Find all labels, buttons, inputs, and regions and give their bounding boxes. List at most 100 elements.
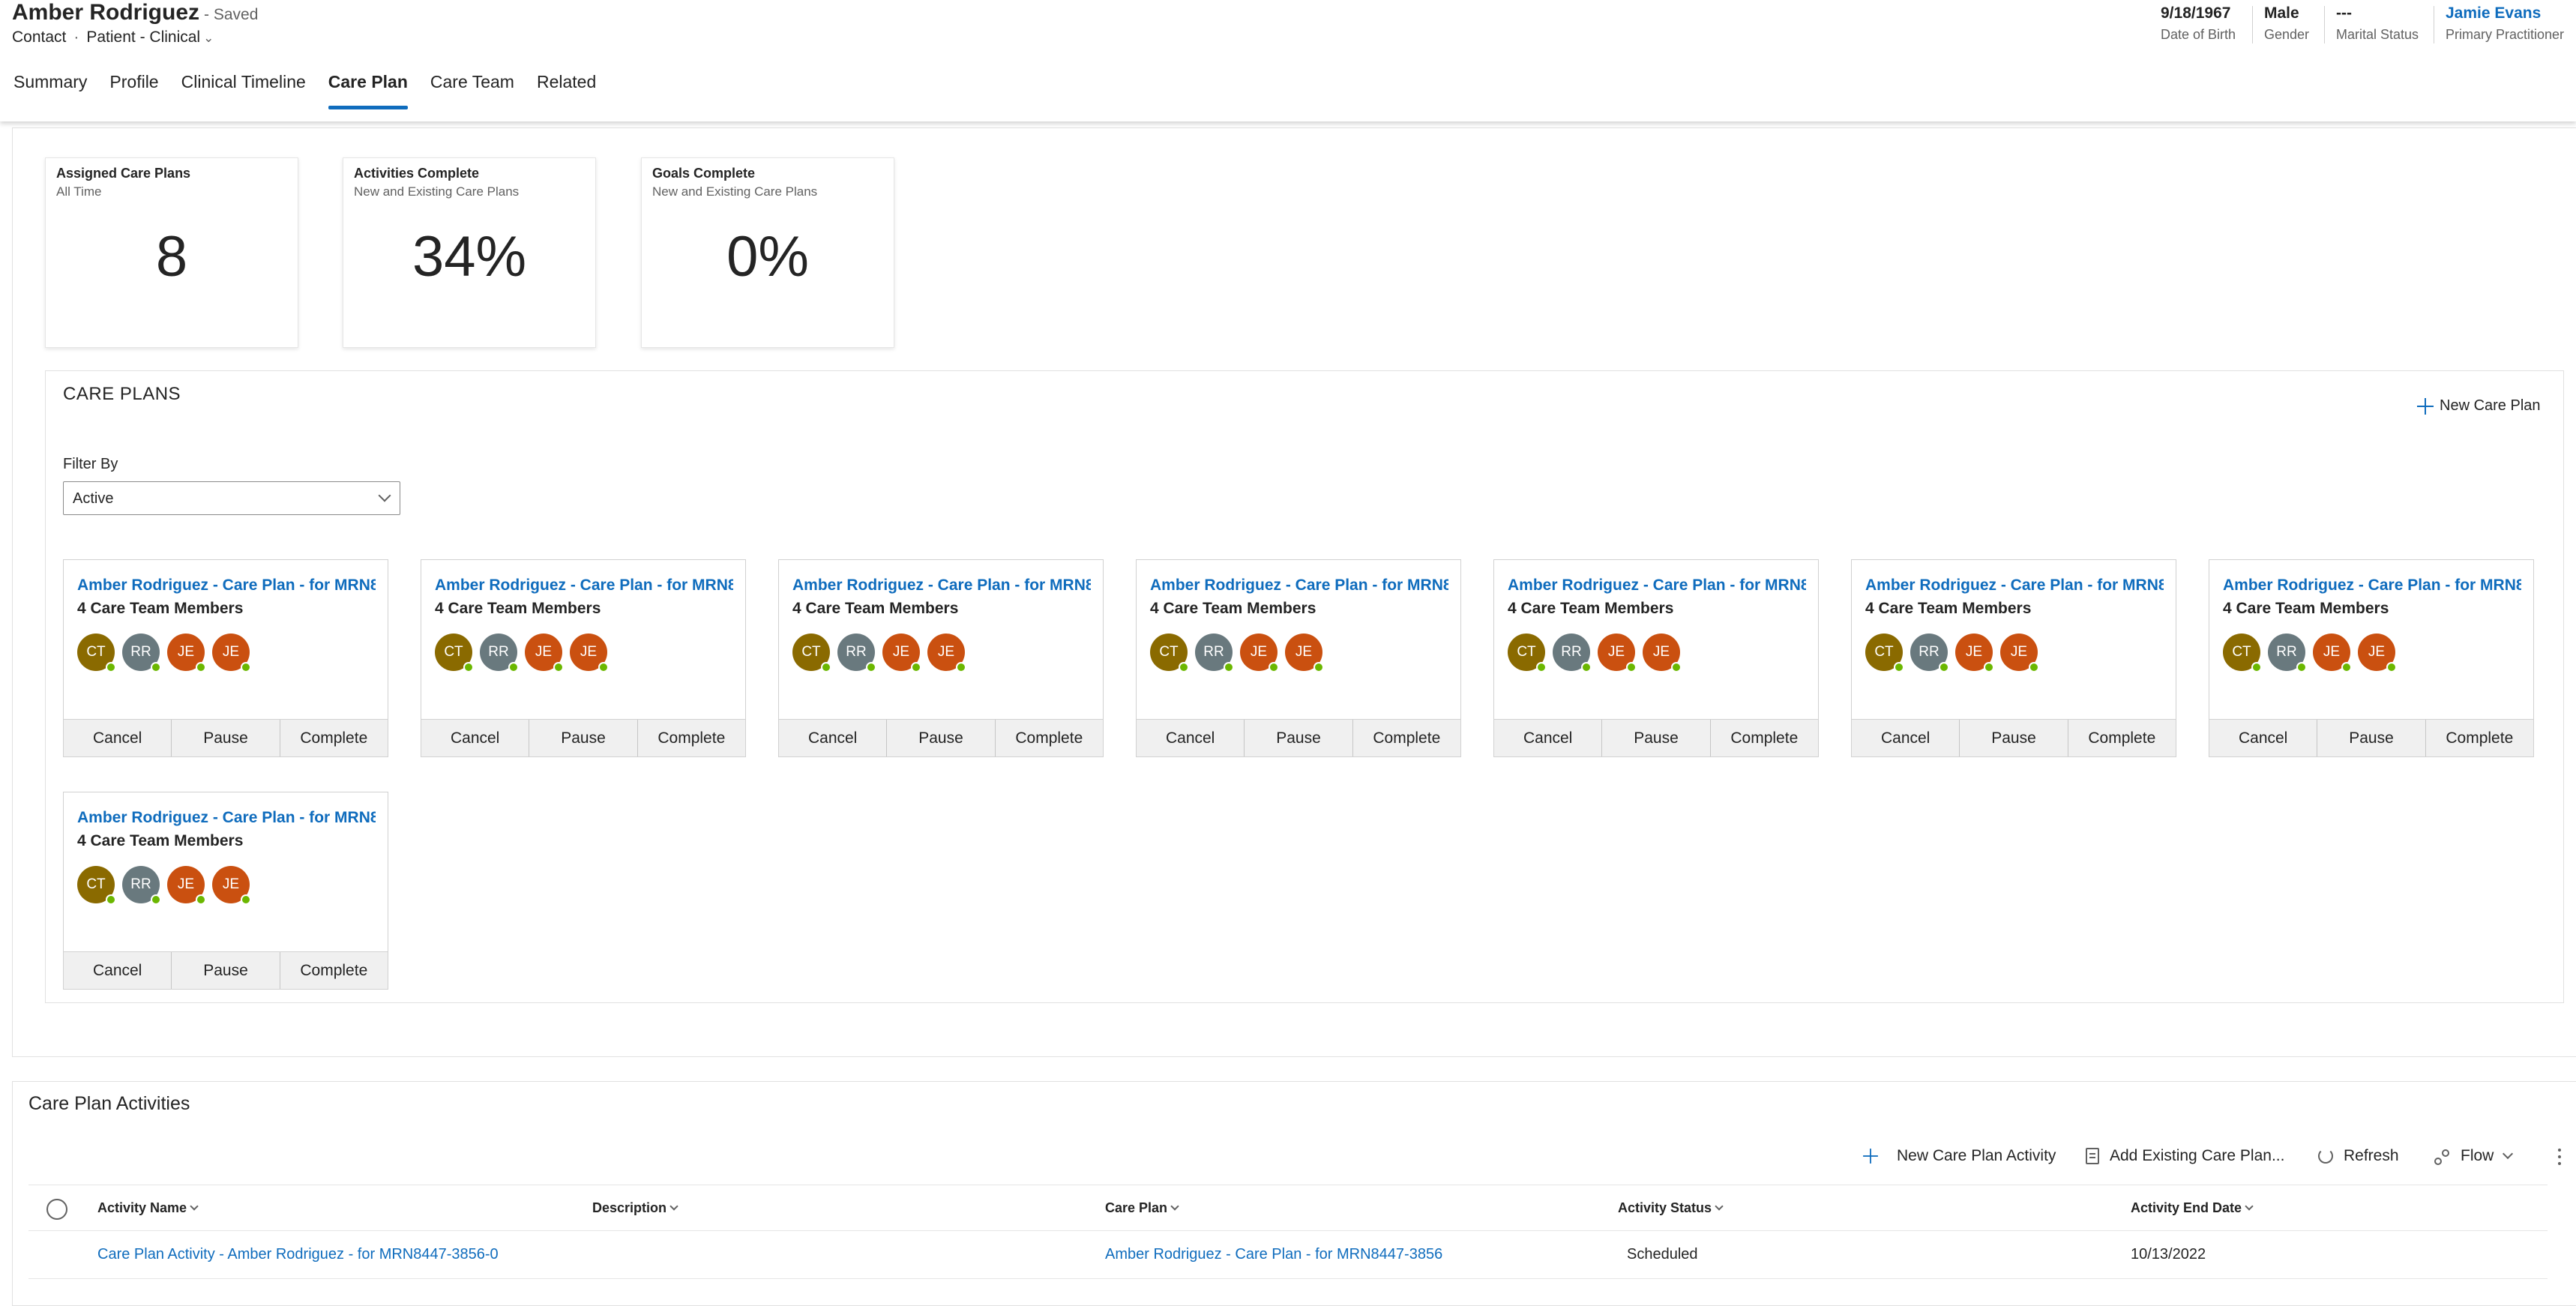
refresh-button[interactable]: Refresh: [2318, 1147, 2399, 1165]
avatar-initials: RR: [130, 644, 151, 660]
filter-select[interactable]: Active: [63, 481, 400, 515]
cancel-button[interactable]: Cancel: [1137, 720, 1245, 756]
avatar-initials: RR: [1919, 644, 1939, 660]
avatar[interactable]: CT: [435, 634, 474, 672]
cancel-button[interactable]: Cancel: [1494, 720, 1603, 756]
more-options-icon[interactable]: [2558, 1149, 2561, 1167]
care-plan-title-link[interactable]: Amber Rodriguez - Care Plan - for MRN844…: [77, 809, 376, 827]
new-activity-label: New Care Plan Activity: [1897, 1147, 2056, 1164]
avatar[interactable]: JE: [2000, 634, 2039, 672]
avatar[interactable]: JE: [525, 634, 564, 672]
add-existing-button[interactable]: Add Existing Care Plan...: [2086, 1147, 2284, 1165]
presence-available-icon: [2029, 662, 2039, 672]
care-plan-title-link[interactable]: Amber Rodriguez - Care Plan - for MRN844…: [792, 577, 1091, 595]
avatar[interactable]: CT: [77, 866, 116, 905]
column-activity-end-date[interactable]: Activity End Date: [2131, 1200, 2254, 1216]
pause-button[interactable]: Pause: [172, 720, 280, 756]
avatar[interactable]: RR: [1195, 634, 1234, 672]
care-plan-link[interactable]: Amber Rodriguez - Care Plan - for MRN844…: [1105, 1246, 1442, 1263]
avatar[interactable]: RR: [1910, 634, 1949, 672]
column-activity-status[interactable]: Activity Status: [1618, 1200, 1724, 1216]
cancel-button[interactable]: Cancel: [64, 952, 172, 989]
pause-button[interactable]: Pause: [1960, 720, 2068, 756]
column-activity-name[interactable]: Activity Name: [97, 1200, 199, 1216]
avatar[interactable]: JE: [1955, 634, 1994, 672]
new-care-plan-button[interactable]: New Care Plan: [2417, 397, 2541, 415]
avatar-initials: RR: [846, 644, 867, 660]
add-existing-label: Add Existing Care Plan...: [2110, 1147, 2285, 1164]
complete-button[interactable]: Complete: [2425, 720, 2533, 756]
column-description[interactable]: Description: [592, 1200, 678, 1216]
avatar[interactable]: CT: [77, 634, 116, 672]
avatar[interactable]: RR: [122, 866, 161, 905]
cancel-button[interactable]: Cancel: [779, 720, 888, 756]
avatar[interactable]: RR: [480, 634, 519, 672]
new-activity-button[interactable]: New Care Plan Activity: [1862, 1147, 2056, 1165]
care-plan-title-link[interactable]: Amber Rodriguez - Care Plan - for MRN844…: [1508, 577, 1806, 595]
complete-button[interactable]: Complete: [1710, 720, 1818, 756]
pause-button[interactable]: Pause: [529, 720, 638, 756]
avatar[interactable]: CT: [792, 634, 831, 672]
care-plans-title: CARE PLANS: [63, 384, 181, 404]
care-plan-title-link[interactable]: Amber Rodriguez - Care Plan - for MRN844…: [435, 577, 733, 595]
chevron-down-icon: [378, 489, 391, 502]
care-team-members-count: 4 Care Team Members: [77, 600, 244, 617]
avatar-initials: JE: [535, 644, 553, 660]
avatar[interactable]: JE: [570, 634, 609, 672]
avatar[interactable]: JE: [2358, 634, 2397, 672]
care-plan-title-link[interactable]: Amber Rodriguez - Care Plan - for MRN844…: [2223, 577, 2521, 595]
avatar[interactable]: JE: [2313, 634, 2352, 672]
care-plan-title-link[interactable]: Amber Rodriguez - Care Plan - for MRN844…: [1865, 577, 2164, 595]
chevron-down-icon[interactable]: ⌄: [203, 31, 214, 45]
complete-button[interactable]: Complete: [995, 720, 1103, 756]
complete-button[interactable]: Complete: [637, 720, 745, 756]
tab-summary[interactable]: Summary: [13, 72, 87, 109]
pause-button[interactable]: Pause: [887, 720, 996, 756]
complete-button[interactable]: Complete: [2068, 720, 2176, 756]
avatar[interactable]: JE: [167, 866, 206, 905]
tab-profile[interactable]: Profile: [109, 72, 158, 109]
practitioner-link[interactable]: Jamie Evans: [2446, 4, 2564, 22]
avatar[interactable]: JE: [167, 634, 206, 672]
avatar[interactable]: JE: [1240, 634, 1279, 672]
avatar[interactable]: JE: [1598, 634, 1637, 672]
cancel-button[interactable]: Cancel: [64, 720, 172, 756]
tab-clinical-timeline[interactable]: Clinical Timeline: [181, 72, 306, 109]
avatar[interactable]: CT: [1508, 634, 1547, 672]
tab-related[interactable]: Related: [537, 72, 596, 109]
avatar[interactable]: JE: [1285, 634, 1324, 672]
cancel-button[interactable]: Cancel: [1852, 720, 1960, 756]
care-plan-title-link[interactable]: Amber Rodriguez - Care Plan - for MRN844…: [1150, 577, 1448, 595]
form-selector[interactable]: Patient - Clinical: [86, 28, 200, 46]
avatar[interactable]: JE: [212, 866, 251, 905]
cancel-button[interactable]: Cancel: [2209, 720, 2318, 756]
select-all-checkbox[interactable]: [46, 1199, 67, 1220]
avatar[interactable]: RR: [837, 634, 876, 672]
avatar[interactable]: CT: [2223, 634, 2262, 672]
cancel-button[interactable]: Cancel: [421, 720, 530, 756]
care-plan-title-link[interactable]: Amber Rodriguez - Care Plan - for MRN844…: [77, 577, 376, 595]
avatar[interactable]: JE: [927, 634, 966, 672]
avatar[interactable]: RR: [122, 634, 161, 672]
avatar[interactable]: CT: [1150, 634, 1189, 672]
tab-care-plan[interactable]: Care Plan: [328, 72, 408, 109]
table-row[interactable]: Care Plan Activity - Amber Rodriguez - f…: [28, 1231, 2548, 1279]
pause-button[interactable]: Pause: [172, 952, 280, 989]
pause-button[interactable]: Pause: [1245, 720, 1353, 756]
avatar[interactable]: RR: [1553, 634, 1592, 672]
flow-button[interactable]: Flow: [2434, 1147, 2514, 1165]
tab-care-team[interactable]: Care Team: [430, 72, 514, 109]
avatar[interactable]: JE: [882, 634, 921, 672]
avatar[interactable]: CT: [1865, 634, 1904, 672]
pause-button[interactable]: Pause: [2317, 720, 2426, 756]
complete-button[interactable]: Complete: [280, 952, 388, 989]
avatar[interactable]: RR: [2268, 634, 2307, 672]
pause-button[interactable]: Pause: [1602, 720, 1711, 756]
chevron-down-icon: [190, 1202, 199, 1211]
complete-button[interactable]: Complete: [1352, 720, 1460, 756]
complete-button[interactable]: Complete: [280, 720, 388, 756]
column-care-plan[interactable]: Care Plan: [1105, 1200, 1179, 1216]
avatar[interactable]: JE: [1643, 634, 1682, 672]
activity-name-link[interactable]: Care Plan Activity - Amber Rodriguez - f…: [97, 1246, 499, 1263]
avatar[interactable]: JE: [212, 634, 251, 672]
